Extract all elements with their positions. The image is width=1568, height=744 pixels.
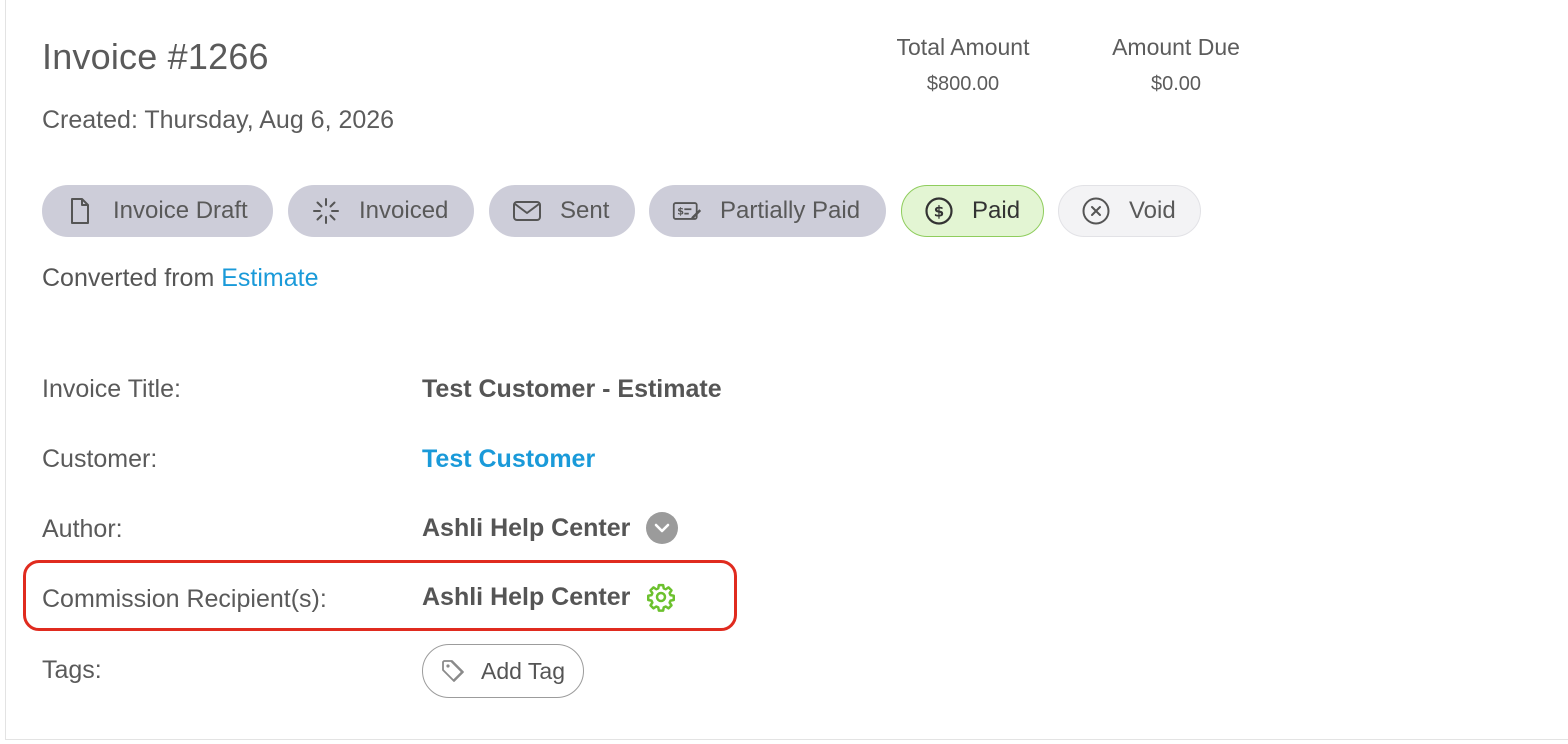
- x-circle-icon: [1081, 196, 1111, 226]
- converted-prefix: Converted from: [42, 264, 215, 292]
- total-amount-label: Total Amount: [896, 34, 1030, 60]
- add-tag-button[interactable]: Add Tag: [422, 644, 584, 698]
- status-void[interactable]: Void: [1058, 185, 1201, 237]
- commission-settings-button[interactable]: [646, 582, 676, 612]
- total-amount-value: $800.00: [926, 73, 1000, 95]
- loading-spinner-icon: [311, 196, 341, 226]
- commission-recipients-value: Ashli Help Center: [422, 582, 676, 612]
- status-invoice-draft[interactable]: Invoice Draft: [42, 185, 273, 237]
- status-invoiced[interactable]: Invoiced: [288, 185, 474, 237]
- status-label: Partially Paid: [720, 197, 861, 224]
- estimate-link[interactable]: Estimate: [221, 264, 318, 292]
- commission-recipients-label: Commission Recipient(s):: [42, 585, 327, 613]
- commission-recipient-name: Ashli Help Center: [422, 582, 631, 611]
- svg-text:$: $: [677, 207, 684, 218]
- gear-icon: [647, 583, 676, 612]
- amount-due-label: Amount Due: [1112, 34, 1240, 60]
- converted-from: Converted from Estimate: [42, 264, 319, 293]
- status-label: Invoiced: [359, 197, 449, 224]
- invoice-card: Invoice #1266 Created: Thursday, Aug 6, …: [5, 0, 1568, 740]
- customer-link[interactable]: Test Customer: [422, 445, 595, 474]
- invoice-title-value: Test Customer - Estimate: [422, 375, 722, 404]
- status-partially-paid[interactable]: $ Partially Paid: [649, 185, 886, 237]
- document-icon: [65, 196, 95, 226]
- total-amount-block: Total Amount $800.00: [884, 34, 1042, 96]
- amount-due-value: $0.00: [1150, 73, 1202, 95]
- dollar-circle-icon: $: [924, 196, 954, 226]
- status-label: Invoice Draft: [113, 197, 248, 224]
- invoice-title-label: Invoice Title:: [42, 375, 181, 403]
- page-title: Invoice #1266: [42, 36, 269, 77]
- author-value: Ashli Help Center: [422, 512, 679, 544]
- author-dropdown-button[interactable]: [646, 512, 679, 544]
- status-label: Sent: [560, 197, 610, 224]
- status-paid[interactable]: $ Paid: [901, 185, 1044, 237]
- tags-label: Tags:: [42, 656, 102, 684]
- customer-label: Customer:: [42, 445, 158, 473]
- created-date: Created: Thursday, Aug 6, 2026: [42, 106, 395, 134]
- author-name: Ashli Help Center: [422, 513, 631, 542]
- envelope-icon: [512, 196, 542, 226]
- add-tag-label: Add Tag: [481, 657, 565, 684]
- status-label: Void: [1129, 197, 1176, 224]
- author-label: Author:: [42, 515, 123, 543]
- tag-icon: [441, 659, 469, 683]
- chevron-down-icon: [655, 523, 670, 533]
- invoice-title-text: Test Customer - Estimate: [422, 375, 722, 403]
- amount-due-block: Amount Due $0.00: [1102, 34, 1250, 96]
- svg-text:$: $: [934, 203, 944, 221]
- status-label: Paid: [972, 197, 1021, 224]
- status-sent[interactable]: Sent: [489, 185, 635, 237]
- check-payment-icon: $: [672, 196, 702, 226]
